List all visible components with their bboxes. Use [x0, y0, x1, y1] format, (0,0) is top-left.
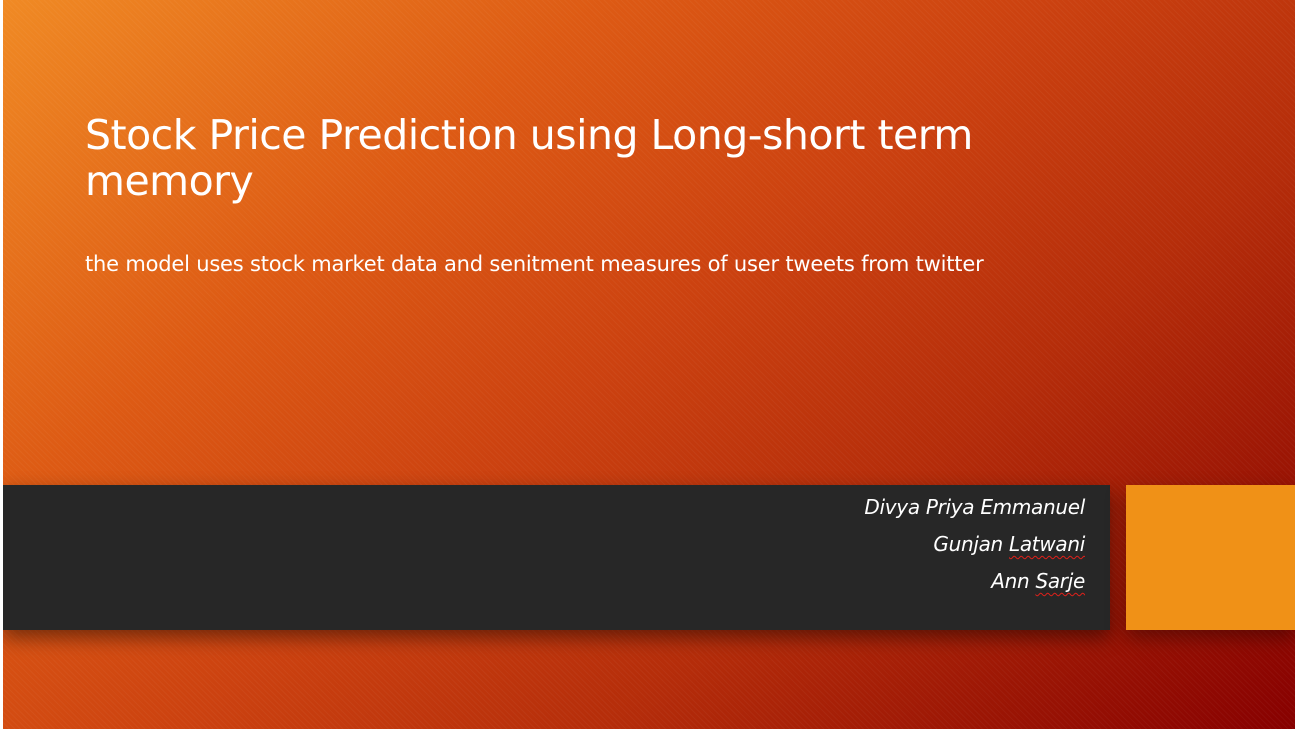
author-name-1[interactable]: Divya Priya Emmanuel [864, 489, 1085, 526]
author-band: Divya Priya Emmanuel Gunjan Latwani Ann … [3, 485, 1110, 630]
author-list[interactable]: Divya Priya Emmanuel Gunjan Latwani Ann … [864, 489, 1085, 600]
author-name-3[interactable]: Ann Sarje [864, 563, 1085, 600]
author-name-2[interactable]: Gunjan Latwani [864, 526, 1085, 563]
slide-subtitle[interactable]: the model uses stock market data and sen… [85, 250, 1135, 278]
author-2-first-name: Gunjan [933, 532, 1003, 556]
author-3-first-name: Ann [991, 569, 1030, 593]
author-2-last-name-misspelled: Latwani [1009, 532, 1085, 556]
slide-title[interactable]: Stock Price Prediction using Long-short … [85, 112, 1045, 204]
author-3-last-name-misspelled: Sarje [1035, 569, 1085, 593]
accent-block [1126, 485, 1295, 630]
slide-canvas: Stock Price Prediction using Long-short … [3, 0, 1295, 729]
